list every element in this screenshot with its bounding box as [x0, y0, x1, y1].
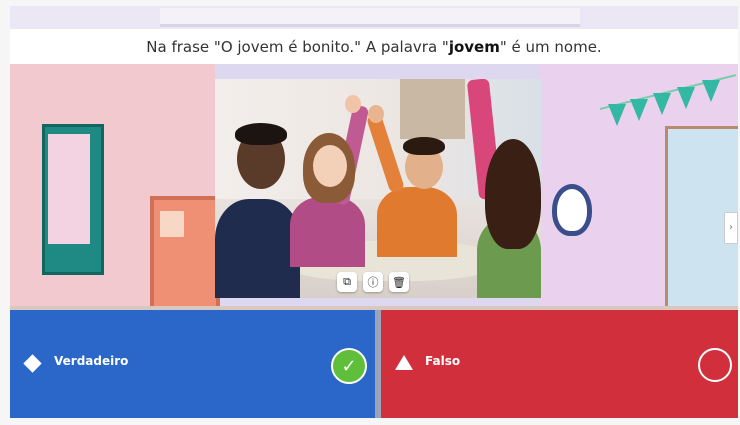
correct-check-icon[interactable]: ✓ — [331, 348, 367, 384]
child-hand — [368, 105, 384, 123]
image-toolbar: ⧉ ⓘ 🗑 — [337, 272, 409, 292]
diamond-icon — [23, 354, 42, 373]
bunting-flag — [630, 99, 648, 121]
child-body — [215, 199, 300, 298]
answer-label: Verdadeiro — [54, 354, 129, 368]
bunting-flag — [608, 104, 626, 126]
penguin-decoration — [552, 184, 592, 236]
child-body — [377, 187, 457, 257]
child-hand — [345, 95, 361, 113]
question-bar: Na frase "O jovem é bonito." A palavra "… — [10, 29, 738, 64]
info-icon[interactable]: ⓘ — [363, 272, 383, 292]
door-window — [48, 134, 90, 244]
bunting-flag — [653, 93, 671, 115]
child-hair — [403, 137, 445, 155]
child-hair — [235, 123, 287, 145]
child-hair — [485, 139, 541, 249]
crop-icon[interactable]: ⧉ — [337, 272, 357, 292]
child-face — [313, 145, 347, 187]
answer-label: Falso — [425, 354, 461, 368]
app-frame: › Na frase "O jovem é bonito." A palavra… — [0, 0, 740, 425]
quiz-stage: › Na frase "O jovem é bonito." A palavra… — [10, 6, 738, 418]
chevron-right-icon[interactable]: › — [724, 212, 738, 244]
answer-option-false[interactable]: Falso — [381, 310, 738, 418]
answer-option-true[interactable]: Verdadeiro ✓ — [10, 310, 375, 418]
bunting-flag — [702, 80, 720, 102]
unselected-circle-icon[interactable] — [698, 348, 732, 382]
triangle-icon — [395, 355, 413, 370]
bunting-flag — [677, 87, 695, 109]
question-text: Na frase "O jovem é bonito." A palavra "… — [146, 37, 602, 56]
trash-icon[interactable]: 🗑 — [389, 272, 409, 292]
bulletin-paper — [160, 211, 184, 237]
photo-shelf — [400, 79, 465, 139]
child-body — [290, 197, 365, 267]
ceiling-lamp — [160, 8, 580, 27]
question-image: ⧉ ⓘ 🗑 — [215, 79, 541, 298]
question-keyword: jovem — [448, 37, 500, 56]
